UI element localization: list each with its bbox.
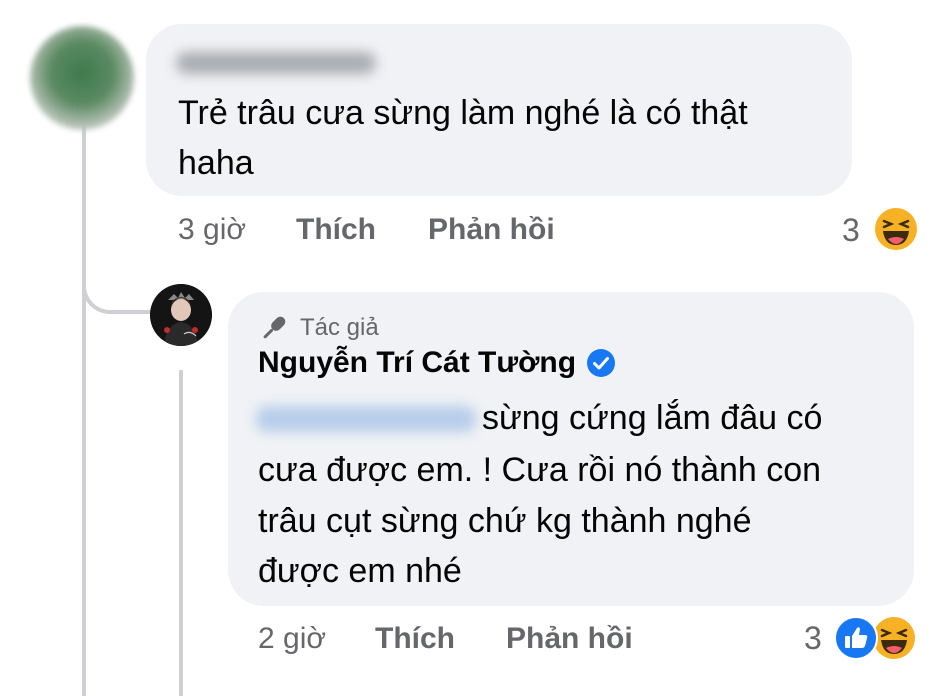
like-button[interactable]: Thích	[296, 213, 376, 247]
comment-bubble: Trẻ trâu cưa sừng làm nghé là có thật ha…	[146, 24, 852, 196]
reply-author-name[interactable]: Nguyễn Trí Cát Tường	[258, 346, 576, 380]
reply-text-line1: sừng cứng lắm đâu có	[482, 399, 823, 437]
reply-text-line3: trâu cụt sừng chứ kg thành nghé	[258, 502, 752, 540]
thread-line-reply	[179, 370, 183, 696]
author-avatar[interactable]	[150, 284, 212, 346]
author-badge: Tác giả	[258, 312, 379, 344]
reply-label: Phản hồi	[428, 213, 555, 246]
comment-text-line1: Trẻ trâu cưa sừng làm nghé là có thật	[178, 94, 748, 132]
mention-name-blurred[interactable]	[256, 406, 476, 432]
author-badge-label: Tác giả	[300, 314, 379, 341]
reply-text-line2: cưa được em. ! Cưa rồi nó thành con	[258, 451, 822, 489]
commenter-avatar[interactable]	[30, 26, 134, 130]
like-label: Thích	[296, 213, 376, 246]
verified-badge-icon	[586, 348, 616, 378]
reply-reaction-count[interactable]: 3	[804, 620, 822, 657]
haha-icon[interactable]	[874, 207, 918, 251]
haha-icon[interactable]	[872, 616, 916, 660]
reply-author-row: Nguyễn Trí Cát Tường	[258, 346, 616, 380]
reply-button[interactable]: Phản hồi	[428, 213, 555, 247]
commenter-name-blurred[interactable]	[176, 52, 376, 74]
reply-bubble: Tác giả Nguyễn Trí Cát Tường sừng cứng l…	[228, 292, 914, 606]
thread-line-main	[82, 110, 86, 696]
reply-reply-button[interactable]: Phản hồi	[506, 622, 633, 656]
reply-reply-label: Phản hồi	[506, 622, 633, 655]
like-icon[interactable]	[834, 616, 878, 660]
reply-like-button[interactable]: Thích	[375, 622, 455, 656]
thread-line-curve	[82, 270, 154, 314]
reply-like-label: Thích	[375, 622, 455, 655]
comment-timestamp[interactable]: 3 giờ	[178, 213, 246, 247]
reaction-count[interactable]: 3	[842, 212, 860, 249]
reply-text-line4: được em nhé	[258, 552, 462, 590]
reply-timestamp[interactable]: 2 giờ	[258, 622, 326, 656]
comment-text-line2: haha	[178, 144, 254, 182]
microphone-icon	[258, 312, 290, 344]
